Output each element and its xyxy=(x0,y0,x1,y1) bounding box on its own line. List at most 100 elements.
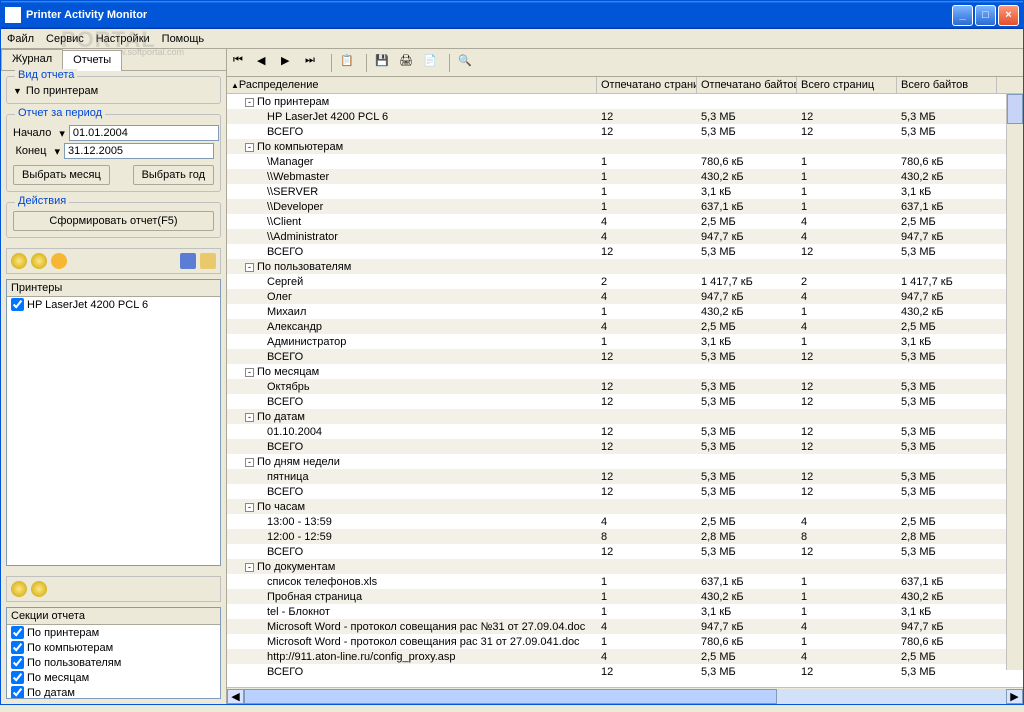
horizontal-scrollbar[interactable]: ◀ ▶ xyxy=(227,687,1023,704)
chevron-down-icon[interactable]: ▾ xyxy=(54,145,60,158)
section-checkbox[interactable] xyxy=(11,671,24,684)
last-icon[interactable]: ⏭ xyxy=(305,54,323,72)
data-row[interactable]: 01.10.2004125,3 МБ125,3 МБ xyxy=(227,424,1023,439)
data-row[interactable]: список телефонов.xls1637,1 кБ1637,1 кБ xyxy=(227,574,1023,589)
group-row[interactable]: -По дням недели xyxy=(227,454,1023,469)
data-row[interactable]: ВСЕГО125,3 МБ125,3 МБ xyxy=(227,544,1023,559)
grid-icon[interactable] xyxy=(51,253,67,269)
col-total-bytes[interactable]: Всего байтов xyxy=(897,77,997,93)
end-date-input[interactable] xyxy=(64,143,214,159)
data-row[interactable]: \\Client42,5 МБ42,5 МБ xyxy=(227,214,1023,229)
group-row[interactable]: -По документам xyxy=(227,559,1023,574)
data-row[interactable]: ВСЕГО125,3 МБ125,3 МБ xyxy=(227,439,1023,454)
collapse-icon[interactable]: - xyxy=(245,458,254,467)
col-bytes-printed[interactable]: Отпечатано байтов xyxy=(697,77,797,93)
data-row[interactable]: Microsoft Word - протокол совещания рас … xyxy=(227,619,1023,634)
minimize-button[interactable]: _ xyxy=(952,5,973,26)
printer-checkbox[interactable] xyxy=(11,298,24,311)
sections-list[interactable]: Секции отчета По принтерамПо компьютерам… xyxy=(6,607,221,699)
data-row[interactable]: http://911.aton-line.ru/config_proxy.asp… xyxy=(227,649,1023,664)
scroll-right-icon[interactable]: ▶ xyxy=(1006,689,1023,704)
data-row[interactable]: 13:00 - 13:5942,5 МБ42,5 МБ xyxy=(227,514,1023,529)
collapse-icon[interactable]: - xyxy=(245,263,254,272)
nav-fwd-icon[interactable] xyxy=(31,253,47,269)
group-row[interactable]: -По пользователям xyxy=(227,259,1023,274)
col-pages-printed[interactable]: Отпечатано страниц xyxy=(597,77,697,93)
data-row[interactable]: 12:00 - 12:5982,8 МБ82,8 МБ xyxy=(227,529,1023,544)
report-type-value[interactable]: По принтерам xyxy=(26,85,98,97)
collapse-icon[interactable]: - xyxy=(245,368,254,377)
nav-back-icon[interactable] xyxy=(11,581,27,597)
data-row[interactable]: HP LaserJet 4200 PCL 6125,3 МБ125,3 МБ xyxy=(227,109,1023,124)
save-icon[interactable] xyxy=(180,253,196,269)
section-item[interactable]: По компьютерам xyxy=(7,640,220,655)
collapse-icon[interactable]: - xyxy=(245,98,254,107)
group-row[interactable]: -По месяцам xyxy=(227,364,1023,379)
data-row[interactable]: Октябрь125,3 МБ125,3 МБ xyxy=(227,379,1023,394)
section-item[interactable]: По пользователям xyxy=(7,655,220,670)
nav-back-icon[interactable] xyxy=(11,253,27,269)
menu-file[interactable]: Файл xyxy=(7,33,34,45)
vertical-scrollbar[interactable] xyxy=(1006,94,1023,670)
save-icon[interactable]: 💾 xyxy=(375,54,393,72)
data-row[interactable]: ВСЕГО125,3 МБ125,3 МБ xyxy=(227,664,1023,679)
data-row[interactable]: Сергей21 417,7 кБ21 417,7 кБ xyxy=(227,274,1023,289)
tab-journal[interactable]: Журнал xyxy=(1,49,63,70)
section-item[interactable]: По принтерам xyxy=(7,625,220,640)
chevron-down-icon[interactable]: ▾ xyxy=(59,127,65,140)
next-icon[interactable]: ▶ xyxy=(281,54,299,72)
data-row[interactable]: ВСЕГО125,3 МБ125,3 МБ xyxy=(227,484,1023,499)
menu-help[interactable]: Помощь xyxy=(162,33,205,45)
prev-icon[interactable]: ◀ xyxy=(257,54,275,72)
select-month-button[interactable]: Выбрать месяц xyxy=(13,165,110,185)
data-row[interactable]: Александр42,5 МБ42,5 МБ xyxy=(227,319,1023,334)
data-row[interactable]: пятница125,3 МБ125,3 МБ xyxy=(227,469,1023,484)
group-row[interactable]: -По компьютерам xyxy=(227,139,1023,154)
collapse-icon[interactable]: - xyxy=(245,503,254,512)
preview-icon[interactable]: 📄 xyxy=(423,54,441,72)
section-checkbox[interactable] xyxy=(11,641,24,654)
collapse-icon[interactable]: - xyxy=(245,563,254,572)
data-row[interactable]: \Manager1780,6 кБ1780,6 кБ xyxy=(227,154,1023,169)
report-grid[interactable]: ▲Распределение Отпечатано страниц Отпеча… xyxy=(227,77,1023,687)
group-row[interactable]: -По принтерам xyxy=(227,94,1023,109)
section-checkbox[interactable] xyxy=(11,656,24,669)
data-row[interactable]: \\Developer1637,1 кБ1637,1 кБ xyxy=(227,199,1023,214)
start-date-input[interactable] xyxy=(69,125,219,141)
tab-reports[interactable]: Отчеты xyxy=(62,50,122,71)
search-icon[interactable]: 🔍 xyxy=(458,54,476,72)
data-row[interactable]: \\Webmaster1430,2 кБ1430,2 кБ xyxy=(227,169,1023,184)
data-row[interactable]: ВСЕГО125,3 МБ125,3 МБ xyxy=(227,349,1023,364)
print-icon[interactable]: 🖨 xyxy=(399,54,417,72)
copy-icon[interactable]: 📋 xyxy=(340,54,358,72)
data-row[interactable]: Олег4947,7 кБ4947,7 кБ xyxy=(227,289,1023,304)
titlebar[interactable]: Printer Activity Monitor _ □ × xyxy=(1,1,1023,29)
data-row[interactable]: Михаил1430,2 кБ1430,2 кБ xyxy=(227,304,1023,319)
data-row[interactable]: ВСЕГО125,3 МБ125,3 МБ xyxy=(227,244,1023,259)
printer-list[interactable]: Принтеры HP LaserJet 4200 PCL 6 xyxy=(6,279,221,566)
section-item[interactable]: По датам xyxy=(7,685,220,699)
data-row[interactable]: \\SERVER13,1 кБ13,1 кБ xyxy=(227,184,1023,199)
data-row[interactable]: Пробная страница1430,2 кБ1430,2 кБ xyxy=(227,589,1023,604)
group-row[interactable]: -По часам xyxy=(227,499,1023,514)
section-item[interactable]: По месяцам xyxy=(7,670,220,685)
data-row[interactable]: tel - Блокнот13,1 кБ13,1 кБ xyxy=(227,604,1023,619)
generate-report-button[interactable]: Сформировать отчет(F5) xyxy=(13,211,214,231)
close-button[interactable]: × xyxy=(998,5,1019,26)
dropdown-arrow-icon[interactable]: ▼ xyxy=(13,86,22,96)
printer-item[interactable]: HP LaserJet 4200 PCL 6 xyxy=(7,297,220,312)
select-year-button[interactable]: Выбрать год xyxy=(133,165,214,185)
first-icon[interactable]: ⏮ xyxy=(233,54,251,72)
data-row[interactable]: \\Administrator4947,7 кБ4947,7 кБ xyxy=(227,229,1023,244)
data-row[interactable]: ВСЕГО125,3 МБ125,3 МБ xyxy=(227,394,1023,409)
group-row[interactable]: -По датам xyxy=(227,409,1023,424)
data-row[interactable]: Microsoft Word - протокол совещания рас … xyxy=(227,634,1023,649)
collapse-icon[interactable]: - xyxy=(245,143,254,152)
col-total-pages[interactable]: Всего страниц xyxy=(797,77,897,93)
open-icon[interactable] xyxy=(200,253,216,269)
data-row[interactable]: Администратор13,1 кБ13,1 кБ xyxy=(227,334,1023,349)
collapse-icon[interactable]: - xyxy=(245,413,254,422)
section-checkbox[interactable] xyxy=(11,686,24,699)
nav-fwd-icon[interactable] xyxy=(31,581,47,597)
data-row[interactable]: ВСЕГО125,3 МБ125,3 МБ xyxy=(227,124,1023,139)
